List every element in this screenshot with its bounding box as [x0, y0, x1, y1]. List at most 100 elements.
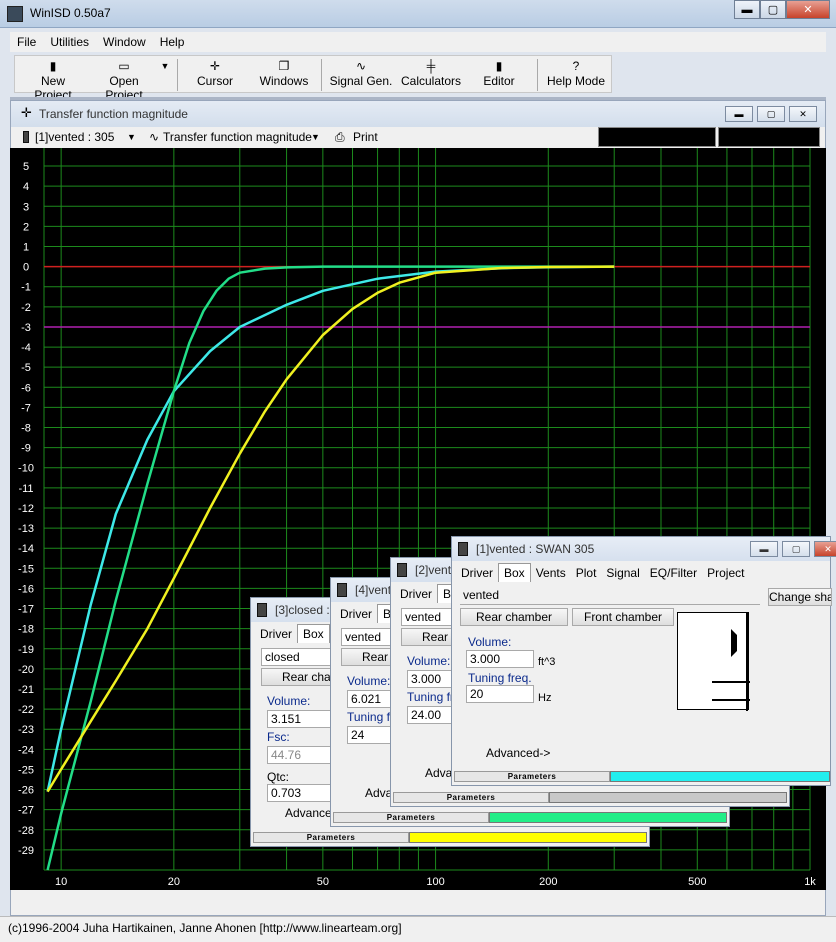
tuning-input[interactable]: 20	[466, 685, 534, 703]
series-color-swatch[interactable]	[610, 771, 830, 782]
parameters-bar[interactable]: Parameters	[333, 812, 489, 823]
close-button[interactable]: ✕	[786, 0, 830, 19]
change-shape-button[interactable]: Change shape	[768, 588, 832, 606]
tab-driver[interactable]: Driver	[335, 605, 377, 623]
tab-box[interactable]: Box	[297, 624, 330, 643]
y-tick-label: -28	[18, 825, 34, 837]
volume-unit: ft^3	[538, 656, 556, 668]
chevron-down-icon[interactable]: ▼	[311, 132, 320, 142]
graph-close-button[interactable]: ✕	[789, 106, 817, 122]
y-tick-label: -13	[18, 523, 34, 535]
y-tick-label: -15	[18, 563, 34, 575]
speaker-icon	[257, 603, 267, 617]
x-tick-label: 1k	[804, 876, 816, 888]
windows-label: Windows	[259, 74, 309, 88]
series-color-swatch[interactable]	[489, 812, 727, 823]
open-project-button[interactable]: ▭ Open Project	[89, 58, 159, 102]
y-tick-label: -23	[18, 724, 34, 736]
box-window-1-tabs: Driver Box Vents Plot Signal EQ/Filter Project	[456, 563, 749, 583]
rear-chamber-button[interactable]: Rear chamber	[261, 668, 341, 686]
graph-maximize-button[interactable]: ▢	[757, 106, 785, 122]
help-mode-button[interactable]: ? Help Mode	[543, 58, 609, 92]
calculator-icon: ╪	[426, 59, 436, 73]
tab-plot[interactable]: Plot	[571, 564, 602, 582]
cursor-button[interactable]: ✛ Cursor	[191, 58, 239, 92]
x-tick-label: 20	[168, 876, 180, 888]
sine-wave-icon: ∿	[149, 130, 160, 144]
maximize-button[interactable]: ▢	[760, 0, 786, 19]
cursor-readout-x	[598, 127, 716, 147]
y-tick-label: -8	[21, 423, 31, 435]
series-color-swatch[interactable]	[409, 832, 647, 843]
tab-signal[interactable]: Signal	[601, 564, 644, 582]
volume-input[interactable]: 3.151	[267, 710, 333, 728]
new-project-button[interactable]: ▮ New Project	[21, 58, 85, 102]
y-tick-label: -20	[18, 664, 34, 676]
y-tick-label: -24	[18, 744, 34, 756]
app-titlebar: WinISD 0.50a7 ▬ ▢ ✕	[0, 0, 836, 28]
signal-gen-label: Signal Gen.	[329, 74, 393, 88]
tab-project[interactable]: Project	[702, 564, 749, 582]
open-project-dropdown[interactable]: ▼	[159, 58, 171, 92]
tab-vents[interactable]: Vents	[531, 564, 571, 582]
signal-gen-button[interactable]: ∿ Signal Gen.	[327, 58, 395, 92]
x-tick-label: 10	[55, 876, 67, 888]
volume-label: Volume:	[267, 694, 311, 708]
windows-icon: ❐	[278, 59, 290, 73]
minimize-button[interactable]: ▬	[734, 0, 760, 19]
y-tick-label: -18	[18, 624, 34, 636]
vent-upper-line	[712, 681, 750, 683]
y-tick-label: 2	[23, 221, 29, 233]
volume-label: Volume:	[407, 654, 451, 668]
advanced-button[interactable]: Advanced->	[486, 746, 550, 760]
vent-lower-line	[712, 699, 750, 701]
box-type-select[interactable]: vented	[460, 587, 760, 605]
box-window-1-minimize-button[interactable]: ▬	[750, 541, 778, 557]
parameters-bar[interactable]: Parameters	[253, 832, 409, 843]
fsc-label: Fsc:	[267, 730, 290, 744]
editor-button[interactable]: ▮ Editor	[477, 58, 521, 92]
parameters-bar[interactable]: Parameters	[454, 771, 610, 782]
menu-file[interactable]: File	[10, 32, 43, 52]
front-chamber-button[interactable]: Front chamber	[572, 608, 674, 626]
new-project-icon: ▮	[49, 59, 57, 73]
calculators-button[interactable]: ╪ Calculators	[399, 58, 463, 92]
tab-driver[interactable]: Driver	[456, 564, 498, 582]
menu-bar: File Utilities Window Help	[10, 32, 826, 52]
help-mode-label: Help Mode	[546, 74, 606, 88]
box-window-1-close-button[interactable]: ✕	[814, 541, 836, 557]
menu-window[interactable]: Window	[96, 32, 153, 52]
tab-driver[interactable]: Driver	[395, 585, 437, 603]
crosshair-icon: ✛	[21, 105, 32, 120]
menu-utilities[interactable]: Utilities	[43, 32, 96, 52]
y-tick-label: 5	[23, 161, 29, 173]
main-toolbar: ▮ New Project ▭ Open Project ▼ ✛ Cursor …	[14, 55, 612, 102]
volume-input[interactable]: 3.000	[466, 650, 534, 668]
graph-minimize-button[interactable]: ▬	[725, 106, 753, 122]
volume-label: Volume:	[468, 635, 512, 649]
menu-help[interactable]: Help	[153, 32, 192, 52]
graph-window-title: Transfer function magnitude	[39, 107, 188, 121]
y-tick-label: -16	[18, 583, 34, 595]
chevron-down-icon[interactable]: ▼	[127, 132, 136, 142]
box-window-1[interactable]: [1]vented : SWAN 305 ▬ ▢ ✕ Driver Box Vent…	[451, 536, 836, 786]
parameters-bar[interactable]: Parameters	[393, 792, 549, 803]
box-window-1-maximize-button[interactable]: ▢	[782, 541, 810, 557]
y-tick-label: 1	[23, 242, 29, 254]
box-type-select[interactable]: closed	[261, 648, 341, 666]
x-tick-label: 500	[688, 876, 706, 888]
series-color-swatch[interactable]	[549, 792, 787, 803]
plot-select[interactable]: Transfer function magnitude	[163, 130, 312, 144]
graph-window-titlebar: ✛ Transfer function magnitude ▬ ▢ ✕	[11, 101, 825, 127]
rear-chamber-button[interactable]: Rear chamber	[460, 608, 568, 626]
tab-driver[interactable]: Driver	[255, 625, 297, 643]
tab-eq-filter[interactable]: EQ/Filter	[645, 564, 702, 582]
y-tick-label: -19	[18, 644, 34, 656]
project-select[interactable]: [1]vented : 305	[35, 130, 114, 144]
tab-box[interactable]: Box	[498, 563, 531, 582]
printer-icon: ⎙	[335, 130, 345, 144]
windows-button[interactable]: ❐ Windows	[255, 58, 313, 92]
speaker-icon	[458, 542, 468, 556]
print-button[interactable]: Print	[353, 130, 378, 144]
fsc-value: 44.76	[267, 746, 333, 764]
